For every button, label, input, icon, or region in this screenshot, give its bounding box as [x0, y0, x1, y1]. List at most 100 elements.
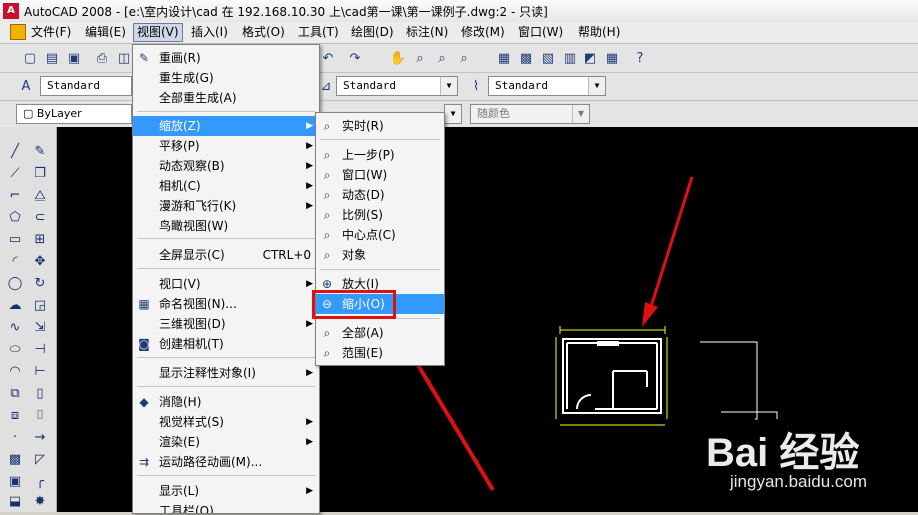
revision-cloud-icon[interactable]: ☁ [5, 295, 25, 315]
arc-icon[interactable]: ◜ [5, 251, 25, 271]
menu-tools[interactable]: 工具(T) [295, 24, 342, 41]
zoom-item-realtime[interactable]: ⌕ 实时(R) [316, 116, 444, 136]
line-icon[interactable]: ╱ [5, 141, 25, 161]
menu-file[interactable]: 文件(F) [28, 24, 74, 41]
menu-item-regen[interactable]: 重生成(G) [133, 68, 319, 88]
zoom-item-object[interactable]: ⌕ 对象 [316, 245, 444, 265]
explode-icon[interactable]: ✸ [30, 491, 50, 511]
menu-view[interactable]: 视图(V) [133, 23, 183, 42]
menu-item-redraw[interactable]: ✎ 重画(R) [133, 48, 319, 68]
markup-icon[interactable]: ◩ [580, 48, 600, 68]
circle-icon[interactable]: ◯ [5, 273, 25, 293]
zoom-item-previous[interactable]: ⌕ 上一步(P) [316, 145, 444, 165]
menu-modify[interactable]: 修改(M) [458, 24, 508, 41]
zoom-window-toolbar-icon[interactable]: ⌕ [432, 48, 452, 68]
menu-item-toolbars[interactable]: 工具栏(O)... [133, 501, 319, 513]
zoom-previous-toolbar-icon[interactable]: ⌕ [454, 48, 474, 68]
copy-icon[interactable]: ❐ [30, 163, 50, 183]
menu-edit[interactable]: 编辑(E) [82, 24, 129, 41]
tool-palettes-icon[interactable]: ▧ [538, 48, 558, 68]
menu-item-create-camera[interactable]: ◙ 创建相机(T) [133, 334, 319, 354]
chamfer-icon[interactable]: ◸ [30, 449, 50, 469]
break-icon[interactable]: ▯ [30, 383, 50, 403]
menu-item-aerial-view[interactable]: 鸟瞰视图(W) [133, 216, 319, 236]
menu-item-motion-path[interactable]: ⇉ 运动路径动画(M)... [133, 452, 319, 472]
trim-icon[interactable]: ⊣ [30, 339, 50, 359]
menu-dimension[interactable]: 标注(N) [403, 24, 451, 41]
menu-draw[interactable]: 绘图(D) [348, 24, 397, 41]
zoom-item-scale[interactable]: ⌕ 比例(S) [316, 205, 444, 225]
dim-style-select[interactable]: Standard ▼ [336, 76, 458, 96]
menu-item-zoom[interactable]: 缩放(Z) ▶ [133, 116, 319, 136]
design-center-icon[interactable]: ▩ [516, 48, 536, 68]
redo-icon[interactable]: ↷ [345, 48, 365, 68]
rectangle-icon[interactable]: ▭ [5, 229, 25, 249]
fillet-icon[interactable]: ╭ [30, 471, 50, 491]
rotate-icon[interactable]: ↻ [30, 273, 50, 293]
zoom-item-extents[interactable]: ⌕ 范围(E) [316, 343, 444, 363]
undo-icon[interactable]: ↶ [318, 48, 338, 68]
menu-format[interactable]: 格式(O) [239, 24, 288, 41]
menu-item-camera[interactable]: 相机(C) ▶ [133, 176, 319, 196]
menu-item-3d-views[interactable]: 三维视图(D) ▶ [133, 314, 319, 334]
menu-help[interactable]: 帮助(H) [575, 24, 623, 41]
calculator-icon[interactable]: ▦ [602, 48, 622, 68]
table-style-icon[interactable]: ⌇ [466, 76, 486, 96]
gradient-icon[interactable]: ▣ [5, 471, 25, 491]
ellipse-icon[interactable]: ⬭ [5, 339, 25, 359]
insert-block-icon[interactable]: ⧉ [5, 383, 25, 403]
help-icon[interactable]: ? [630, 48, 650, 68]
menu-item-regen-all[interactable]: 全部重生成(A) [133, 88, 319, 108]
polyline-icon[interactable]: ⌐ [5, 185, 25, 205]
spline-icon[interactable]: ∿ [5, 317, 25, 337]
save-icon[interactable]: ▣ [64, 48, 84, 68]
offset-icon[interactable]: ⊂ [30, 207, 50, 227]
join-icon[interactable]: → [30, 427, 50, 447]
zoom-item-center[interactable]: ⌕ 中心点(C) [316, 225, 444, 245]
mirror-icon[interactable]: ⧋ [30, 185, 50, 205]
move-icon[interactable]: ✥ [30, 251, 50, 271]
menu-item-clean-screen[interactable]: 全屏显示(C) CTRL+0 [133, 245, 319, 265]
pan-icon[interactable]: ✋ [388, 48, 408, 68]
ellipse-arc-icon[interactable]: ◠ [5, 361, 25, 381]
menu-item-orbit[interactable]: 动态观察(B) ▶ [133, 156, 319, 176]
stretch-icon[interactable]: ⇲ [30, 317, 50, 337]
autocad-app-icon[interactable]: A [3, 3, 19, 19]
open-file-icon[interactable]: ▤ [42, 48, 62, 68]
polygon-icon[interactable]: ⬠ [5, 207, 25, 227]
table-style-select[interactable]: Standard ▼ [488, 76, 606, 96]
break-at-point-icon[interactable]: ⌷ [30, 405, 50, 425]
menu-item-display[interactable]: 显示(L) ▶ [133, 481, 319, 501]
menu-item-walk-fly[interactable]: 漫游和飞行(K) ▶ [133, 196, 319, 216]
properties-icon[interactable]: ▦ [494, 48, 514, 68]
region-icon[interactable]: ⬓ [5, 491, 25, 511]
array-icon[interactable]: ⊞ [30, 229, 50, 249]
menu-item-named-views[interactable]: ▦ 命名视图(N)... [133, 294, 319, 314]
menu-insert[interactable]: 插入(I) [188, 24, 231, 41]
menu-item-pan[interactable]: 平移(P) ▶ [133, 136, 319, 156]
point-icon[interactable]: · [5, 427, 25, 447]
hatch-icon[interactable]: ▩ [5, 449, 25, 469]
linetype-select-edge[interactable]: ▼ [444, 104, 462, 124]
menu-item-visual-styles[interactable]: 视觉样式(S) ▶ [133, 412, 319, 432]
extend-icon[interactable]: ⊢ [30, 361, 50, 381]
construction-line-icon[interactable]: ⟋ [5, 163, 25, 183]
menu-window[interactable]: 窗口(W) [515, 24, 566, 41]
zoom-item-dynamic[interactable]: ⌕ 动态(D) [316, 185, 444, 205]
print-icon[interactable]: ⎙ [92, 48, 112, 68]
layer-select[interactable]: ▢ ByLayer [16, 104, 132, 124]
sheet-set-icon[interactable]: ▥ [560, 48, 580, 68]
zoom-realtime-toolbar-icon[interactable]: ⌕ [410, 48, 430, 68]
scale-icon[interactable]: ◲ [30, 295, 50, 315]
new-file-icon[interactable]: ▢ [20, 48, 40, 68]
erase-icon[interactable]: ✎ [30, 141, 50, 161]
make-block-icon[interactable]: ⧈ [5, 405, 25, 425]
preview-icon[interactable]: ◫ [114, 48, 134, 68]
text-style-icon[interactable]: A [16, 76, 36, 96]
zoom-item-all[interactable]: ⌕ 全部(A) [316, 323, 444, 343]
text-style-select[interactable]: Standard [40, 76, 132, 96]
zoom-item-window[interactable]: ⌕ 窗口(W) [316, 165, 444, 185]
menu-item-annotation-objects[interactable]: 显示注释性对象(I) ▶ [133, 363, 319, 383]
menu-item-render[interactable]: 渲染(E) ▶ [133, 432, 319, 452]
menu-item-hide[interactable]: ◆ 消隐(H) [133, 392, 319, 412]
